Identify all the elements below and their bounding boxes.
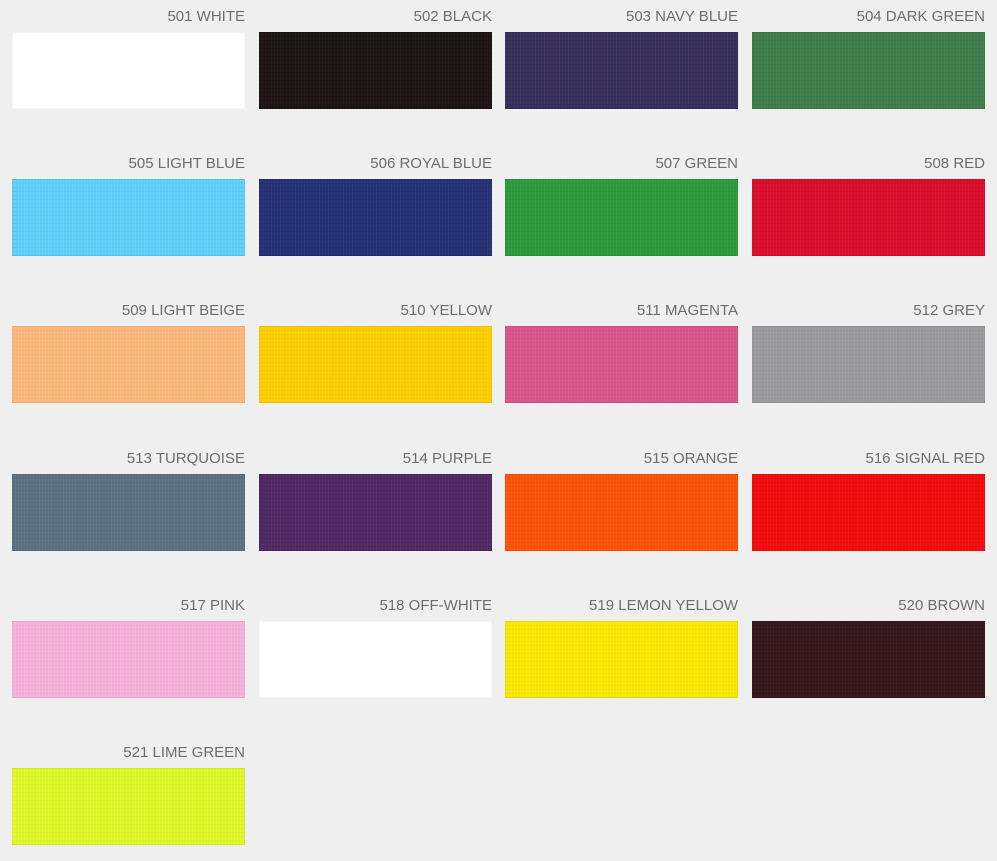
swatch-chip — [259, 621, 492, 698]
swatch-chip — [505, 179, 738, 256]
swatch-518-off-white: 518 OFF-WHITE — [259, 596, 492, 698]
swatch-label: 502 BLACK — [413, 8, 492, 25]
swatch-519-lemon-yellow: 519 LEMON YELLOW — [505, 596, 738, 698]
swatch-505-light-blue: 505 LIGHT BLUE — [12, 154, 245, 256]
swatch-517-pink: 517 PINK — [12, 596, 245, 698]
swatch-509-light-beige: 509 LIGHT BEIGE — [12, 301, 245, 403]
color-swatch-grid: 501 WHITE 502 BLACK 503 NAVY BLUE 504 DA… — [0, 0, 997, 861]
swatch-chip — [505, 32, 738, 109]
swatch-512-grey: 512 GREY — [752, 301, 985, 403]
swatch-chip — [752, 621, 985, 698]
swatch-chip — [12, 32, 245, 109]
swatch-chip — [259, 326, 492, 403]
swatch-507-green: 507 GREEN — [505, 154, 738, 256]
swatch-chip — [752, 179, 985, 256]
swatch-label: 505 LIGHT BLUE — [128, 155, 245, 172]
swatch-520-brown: 520 BROWN — [752, 596, 985, 698]
swatch-chip — [12, 768, 245, 845]
swatch-label: 501 WHITE — [167, 8, 245, 25]
swatch-515-orange: 515 ORANGE — [505, 449, 738, 551]
swatch-chip — [12, 474, 245, 551]
swatch-501-white: 501 WHITE — [12, 7, 245, 109]
swatch-label: 511 MAGENTA — [636, 302, 738, 319]
swatch-label: 507 GREEN — [655, 155, 738, 172]
swatch-chip — [505, 326, 738, 403]
swatch-label: 510 YELLOW — [400, 302, 492, 319]
swatch-514-purple: 514 PURPLE — [259, 449, 492, 551]
swatch-chip — [752, 326, 985, 403]
swatch-502-black: 502 BLACK — [259, 7, 492, 109]
swatch-label: 512 GREY — [913, 302, 985, 319]
swatch-label: 508 RED — [924, 155, 985, 172]
swatch-label: 506 ROYAL BLUE — [370, 155, 492, 172]
swatch-label: 517 PINK — [180, 597, 245, 614]
swatch-510-yellow: 510 YELLOW — [259, 301, 492, 403]
swatch-label: 518 OFF-WHITE — [379, 597, 492, 614]
swatch-chip — [259, 474, 492, 551]
swatch-chip — [12, 179, 245, 256]
swatch-label: 515 ORANGE — [643, 450, 738, 467]
swatch-label: 509 LIGHT BEIGE — [121, 302, 245, 319]
swatch-label: 503 NAVY BLUE — [625, 8, 738, 25]
swatch-513-turquoise: 513 TURQUOISE — [12, 449, 245, 551]
swatch-label: 513 TURQUOISE — [126, 450, 245, 467]
swatch-chip — [752, 32, 985, 109]
swatch-label: 519 LEMON YELLOW — [589, 597, 738, 614]
swatch-chip — [752, 474, 985, 551]
swatch-label: 514 PURPLE — [402, 450, 492, 467]
swatch-chip — [505, 474, 738, 551]
swatch-chip — [12, 621, 245, 698]
swatch-521-lime-green: 521 LIME GREEN — [12, 743, 245, 845]
swatch-label: 516 SIGNAL RED — [865, 450, 986, 467]
swatch-chip — [259, 179, 492, 256]
swatch-label: 521 LIME GREEN — [123, 744, 245, 761]
swatch-503-navy-blue: 503 NAVY BLUE — [505, 7, 738, 109]
swatch-516-signal-red: 516 SIGNAL RED — [752, 449, 985, 551]
swatch-label: 504 DARK GREEN — [856, 8, 985, 25]
swatch-511-magenta: 511 MAGENTA — [505, 301, 738, 403]
swatch-chip — [12, 326, 245, 403]
swatch-508-red: 508 RED — [752, 154, 985, 256]
swatch-504-dark-green: 504 DARK GREEN — [752, 7, 985, 109]
swatch-label: 520 BROWN — [898, 597, 985, 614]
swatch-chip — [505, 621, 738, 698]
swatch-chip — [259, 32, 492, 109]
swatch-506-royal-blue: 506 ROYAL BLUE — [259, 154, 492, 256]
